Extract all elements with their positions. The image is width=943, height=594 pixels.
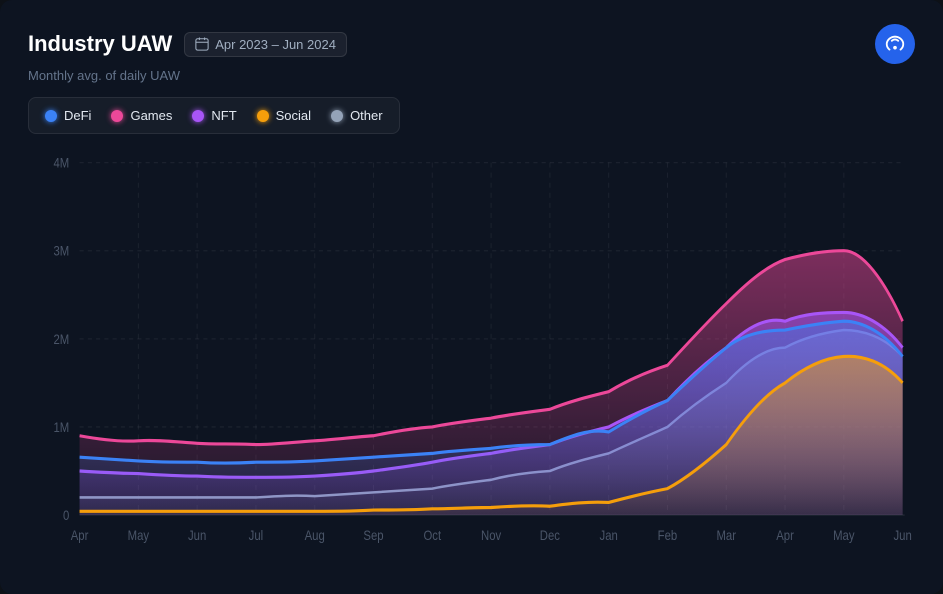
x-label-sep-2023: Sep xyxy=(363,528,383,543)
legend-dot-defi xyxy=(45,110,57,122)
legend-dot-social xyxy=(257,110,269,122)
logo-button[interactable] xyxy=(875,24,915,64)
legend-item-defi[interactable]: DeFi xyxy=(45,108,91,123)
x-label-oct-2023: Oct xyxy=(423,528,441,543)
chart-area: 4M 3M 2M 1M 0 Apr May Jun Jul Au xyxy=(28,150,915,578)
y-label-0: 0 xyxy=(63,508,69,523)
legend-item-other[interactable]: Other xyxy=(331,108,383,123)
x-label-apr-2023: Apr xyxy=(71,528,89,543)
chart-container: Industry UAW Apr 2023 – Jun 2024 Monthly… xyxy=(0,0,943,594)
x-label-may-2024: May xyxy=(833,528,855,543)
x-label-apr-2024: Apr xyxy=(776,528,794,543)
y-label-4m: 4M xyxy=(54,156,70,171)
chart-svg: 4M 3M 2M 1M 0 Apr May Jun Jul Au xyxy=(28,150,915,578)
y-label-1m: 1M xyxy=(54,420,70,435)
x-label-jul-2023: Jul xyxy=(249,528,263,543)
legend-item-nft[interactable]: NFT xyxy=(192,108,236,123)
legend-dot-nft xyxy=(192,110,204,122)
date-range-badge[interactable]: Apr 2023 – Jun 2024 xyxy=(184,32,347,57)
legend-label-nft: NFT xyxy=(211,108,236,123)
x-label-may-2023: May xyxy=(128,528,150,543)
x-label-dec-2023: Dec xyxy=(540,528,560,543)
chart-title: Industry UAW xyxy=(28,31,172,57)
legend-label-other: Other xyxy=(350,108,383,123)
y-label-2m: 2M xyxy=(54,332,70,347)
x-label-aug-2023: Aug xyxy=(305,528,325,543)
legend-item-social[interactable]: Social xyxy=(257,108,311,123)
x-label-jan-2024: Jan xyxy=(600,528,618,543)
title-group: Industry UAW Apr 2023 – Jun 2024 xyxy=(28,31,347,57)
date-range-text: Apr 2023 – Jun 2024 xyxy=(215,37,336,52)
chart-subtitle: Monthly avg. of daily UAW xyxy=(28,68,915,83)
x-label-feb-2024: Feb xyxy=(658,528,678,543)
y-label-3m: 3M xyxy=(54,244,70,259)
legend-item-games[interactable]: Games xyxy=(111,108,172,123)
legend-dot-other xyxy=(331,110,343,122)
legend: DeFi Games NFT Social Other xyxy=(28,97,400,134)
x-label-jun-2023: Jun xyxy=(188,528,206,543)
calendar-icon xyxy=(195,37,209,51)
x-label-nov-2023: Nov xyxy=(481,528,502,543)
legend-label-defi: DeFi xyxy=(64,108,91,123)
legend-label-games: Games xyxy=(130,108,172,123)
x-label-jun-2024: Jun xyxy=(893,528,911,543)
x-label-mar-2024: Mar xyxy=(716,528,736,543)
header-row: Industry UAW Apr 2023 – Jun 2024 xyxy=(28,24,915,64)
legend-label-social: Social xyxy=(276,108,311,123)
logo-icon xyxy=(884,33,906,55)
legend-dot-games xyxy=(111,110,123,122)
